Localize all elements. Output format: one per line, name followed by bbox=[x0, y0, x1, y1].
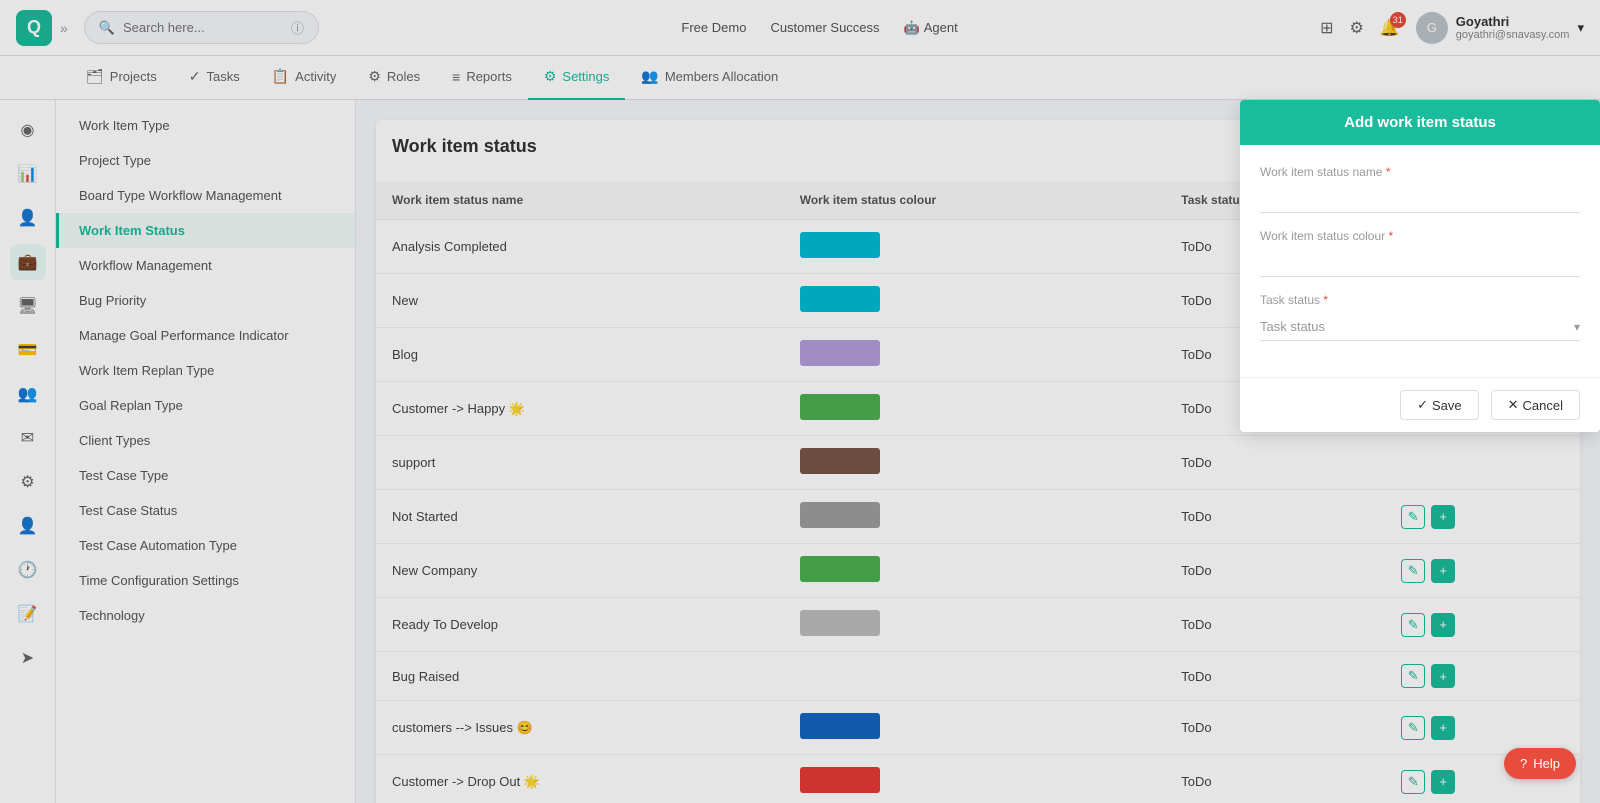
form-group-name: Work item status name * bbox=[1260, 165, 1580, 213]
required-marker-name: * bbox=[1386, 165, 1391, 179]
field-name-input[interactable] bbox=[1260, 185, 1580, 213]
cancel-x-icon: ✕ bbox=[1508, 397, 1519, 413]
save-checkmark-icon: ✓ bbox=[1417, 397, 1428, 413]
required-marker-colour: * bbox=[1389, 229, 1394, 243]
task-status-select-wrapper: ToDo In Progress Done ▾ bbox=[1260, 313, 1580, 341]
field-colour-input[interactable] bbox=[1260, 249, 1580, 277]
modal-footer: ✓ Save ✕ Cancel bbox=[1240, 377, 1600, 432]
modal-header: Add work item status bbox=[1240, 100, 1600, 145]
form-group-colour: Work item status colour * bbox=[1260, 229, 1580, 277]
required-marker-task-status: * bbox=[1323, 293, 1328, 307]
save-button[interactable]: ✓ Save bbox=[1400, 390, 1479, 420]
field-colour-label: Work item status colour * bbox=[1260, 229, 1580, 243]
field-name-label: Work item status name * bbox=[1260, 165, 1580, 179]
modal-overlay: Add work item status Work item status na… bbox=[0, 0, 1600, 803]
task-status-select[interactable]: ToDo In Progress Done bbox=[1260, 313, 1580, 341]
form-group-task-status: Task status * ToDo In Progress Done ▾ bbox=[1260, 293, 1580, 341]
add-work-item-status-modal: Add work item status Work item status na… bbox=[1240, 100, 1600, 432]
cancel-button[interactable]: ✕ Cancel bbox=[1491, 390, 1580, 420]
field-task-status-label: Task status * bbox=[1260, 293, 1580, 307]
help-icon: ? bbox=[1520, 756, 1527, 771]
modal-body: Work item status name * Work item status… bbox=[1240, 145, 1600, 377]
help-button[interactable]: ? Help bbox=[1504, 748, 1576, 779]
